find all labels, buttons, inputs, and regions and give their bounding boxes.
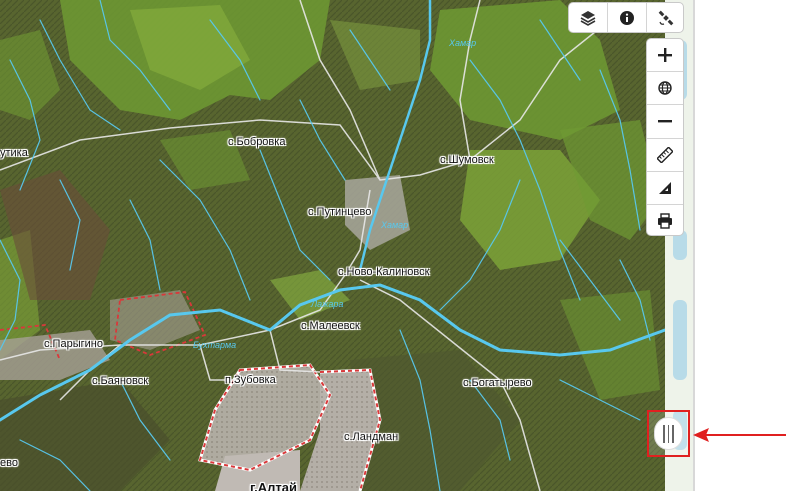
panel-handle-highlight <box>647 410 690 457</box>
area-icon <box>659 182 671 194</box>
globe-button[interactable] <box>647 72 683 104</box>
globe-icon <box>658 81 672 95</box>
layers-button[interactable] <box>569 3 607 32</box>
map-viewport[interactable]: с.Бобровка с.Шумовск с.Путинцево с.Ново-… <box>0 0 665 491</box>
info-icon <box>620 10 634 25</box>
place-label-bayanovsk: с.Баяновск <box>92 375 149 387</box>
print-button[interactable] <box>647 205 683 237</box>
place-label-bobrovka: с.Бобровка <box>228 136 286 148</box>
place-label-edge-village: ево <box>0 457 18 469</box>
place-label-shumovsk: с.Шумовск <box>440 154 494 166</box>
printer-icon <box>658 213 672 229</box>
panel-divider <box>693 0 695 491</box>
place-label-bogatyrevo: с.Богатырево <box>463 377 532 389</box>
river-label-lazhara: Лажара <box>311 299 344 309</box>
river-label-khamar: Хамар <box>449 38 477 48</box>
place-label-parygino: с.Парыгино <box>44 338 103 350</box>
map-terrain <box>0 0 665 491</box>
measure-distance-button[interactable] <box>647 139 683 171</box>
place-label-putintsevo: с.Путинцево <box>308 206 372 218</box>
place-label-maleevsk: с.Малеевск <box>301 320 360 332</box>
satellite-button[interactable] <box>647 3 685 32</box>
place-label-utika: утика <box>0 147 28 159</box>
ruler-icon <box>657 147 673 163</box>
drag-handle-icon <box>663 424 665 443</box>
map-toolbar-top <box>568 2 684 33</box>
place-label-novo-kalinovsk: с.Ново-Калиновск <box>338 266 430 278</box>
river-label-bukhtarma: Бухтарма <box>193 340 237 350</box>
place-label-zubovka: п.Зубовка <box>225 374 276 386</box>
map-toolbar-side <box>646 38 684 236</box>
panel-handle-button[interactable] <box>654 417 683 450</box>
layers-icon <box>580 10 596 26</box>
annotation-arrow <box>693 428 786 442</box>
place-label-altay: г.Алтай <box>250 480 297 491</box>
minus-icon <box>658 120 672 123</box>
place-label-landman: с.Ландман <box>344 431 399 443</box>
plus-icon <box>658 48 672 62</box>
satellite-icon <box>658 10 674 25</box>
info-button[interactable] <box>608 3 646 32</box>
zoom-out-button[interactable] <box>647 105 683 137</box>
zoom-in-button[interactable] <box>647 39 683 71</box>
river-label-khamar: Хамар <box>381 220 409 230</box>
measure-area-button[interactable] <box>647 172 683 204</box>
